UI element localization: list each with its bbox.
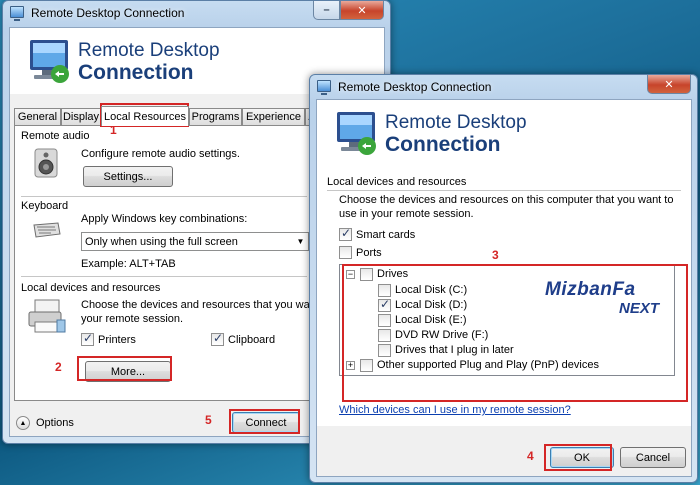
annotation-4: 4 (527, 449, 534, 463)
audio-settings-button[interactable]: Settings... (83, 166, 173, 187)
chevron-down-icon: ▼ (296, 237, 305, 246)
tab-local-resources-label: Local Resources (104, 110, 186, 123)
tab-programs[interactable]: Programs (189, 108, 242, 125)
speaker-icon (34, 148, 58, 178)
dialog-section-label: Local devices and resources (327, 176, 467, 188)
windows-key-select-value: Only when using the full screen (85, 235, 238, 248)
dialog-description-line2: use in your remote session. (339, 208, 474, 220)
clipboard-label: Clipboard (228, 334, 276, 346)
keyboard-example: Example: ALT+TAB (81, 258, 176, 270)
dialog-titlebar[interactable]: Remote Desktop Connection ✕ (310, 75, 697, 101)
minimize-button[interactable]: – (313, 1, 340, 20)
dialog-banner: Remote Desktop Connection (317, 100, 691, 172)
divider (327, 190, 681, 191)
windows-key-select[interactable]: Only when using the full screen ▼ (81, 232, 309, 251)
tab-programs-label: Programs (191, 111, 240, 123)
ports-checkbox[interactable] (339, 246, 352, 259)
main-window-title: Remote Desktop Connection (31, 6, 185, 20)
cancel-button-label: Cancel (635, 451, 671, 464)
remote-audio-description: Configure remote audio settings. (81, 148, 240, 160)
tab-general-label: General (17, 111, 58, 123)
options-toggle[interactable]: ▲ Options (16, 416, 74, 430)
clipboard-checkbox[interactable] (211, 331, 224, 346)
printers-checkbox[interactable] (81, 331, 94, 346)
rdc-app-icon (10, 6, 24, 21)
main-banner-title-line1: Remote Desktop (78, 40, 220, 61)
tab-display[interactable]: Display (61, 108, 101, 125)
remote-desktop-logo-icon (30, 40, 69, 83)
printers-label: Printers (98, 334, 136, 346)
main-banner-title-line2: Connection (78, 61, 194, 84)
dialog-banner-title-line2: Connection (385, 133, 501, 156)
annotation-5: 5 (205, 413, 212, 427)
dialog-banner-title-line1: Remote Desktop (385, 112, 527, 133)
tab-experience[interactable]: Experience (242, 108, 305, 125)
main-titlebar[interactable]: Remote Desktop Connection – ✕ (3, 1, 390, 27)
annotation-2: 2 (55, 360, 62, 374)
tab-local-resources[interactable]: Local Resources (101, 106, 189, 126)
remote-audio-label: Remote audio (21, 130, 90, 142)
highlight-devices-tree (342, 264, 688, 402)
dialog-title: Remote Desktop Connection (338, 80, 492, 94)
chevron-up-icon: ▲ (16, 416, 30, 430)
keyboard-description: Apply Windows key combinations: (81, 213, 248, 225)
local-devices-label: Local devices and resources (21, 282, 161, 294)
close-button[interactable]: ✕ (340, 1, 384, 20)
annotation-3: 3 (492, 248, 499, 262)
help-devices-link[interactable]: Which devices can I use in my remote ses… (339, 404, 571, 416)
local-devices-description-line2: your remote session. (81, 313, 184, 325)
local-devices-description-line1: Choose the devices and resources that yo… (81, 299, 332, 311)
smart-cards-checkbox[interactable] (339, 226, 352, 241)
divider (21, 196, 307, 197)
divider (21, 276, 307, 277)
rdc-app-icon (317, 80, 331, 95)
highlight-ok-button (544, 444, 612, 471)
dialog-close-button[interactable]: ✕ (647, 75, 691, 94)
keyboard-label: Keyboard (21, 200, 69, 212)
audio-settings-label: Settings... (103, 170, 153, 183)
dialog-description-line1: Choose the devices and resources on this… (339, 194, 674, 206)
highlight-connect-button (229, 409, 300, 434)
remote-desktop-logo-icon (337, 112, 376, 155)
highlight-more-button (77, 356, 172, 381)
ports-label: Ports (356, 247, 382, 259)
keyboard-icon (33, 222, 61, 238)
tab-display-label: Display (62, 111, 100, 123)
tab-general[interactable]: General (14, 108, 61, 125)
options-label: Options (36, 417, 74, 429)
smart-cards-label: Smart cards (356, 229, 416, 241)
tab-experience-label: Experience (245, 111, 302, 123)
devices-icon (28, 299, 66, 333)
cancel-button[interactable]: Cancel (620, 447, 686, 468)
